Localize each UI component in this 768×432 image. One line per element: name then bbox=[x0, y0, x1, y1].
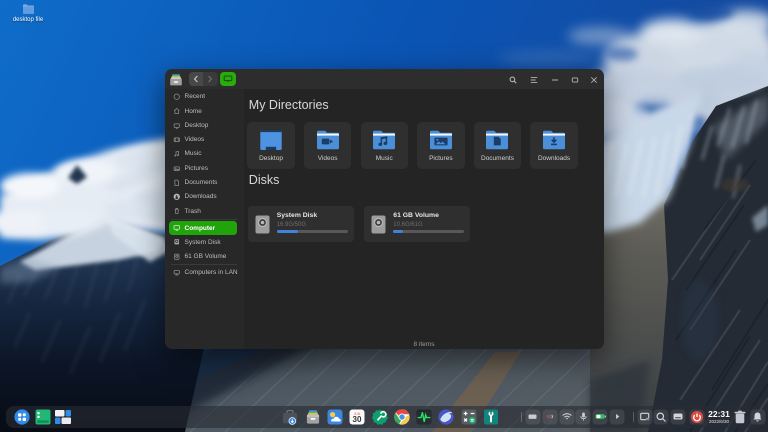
svg-text:30: 30 bbox=[353, 415, 362, 424]
